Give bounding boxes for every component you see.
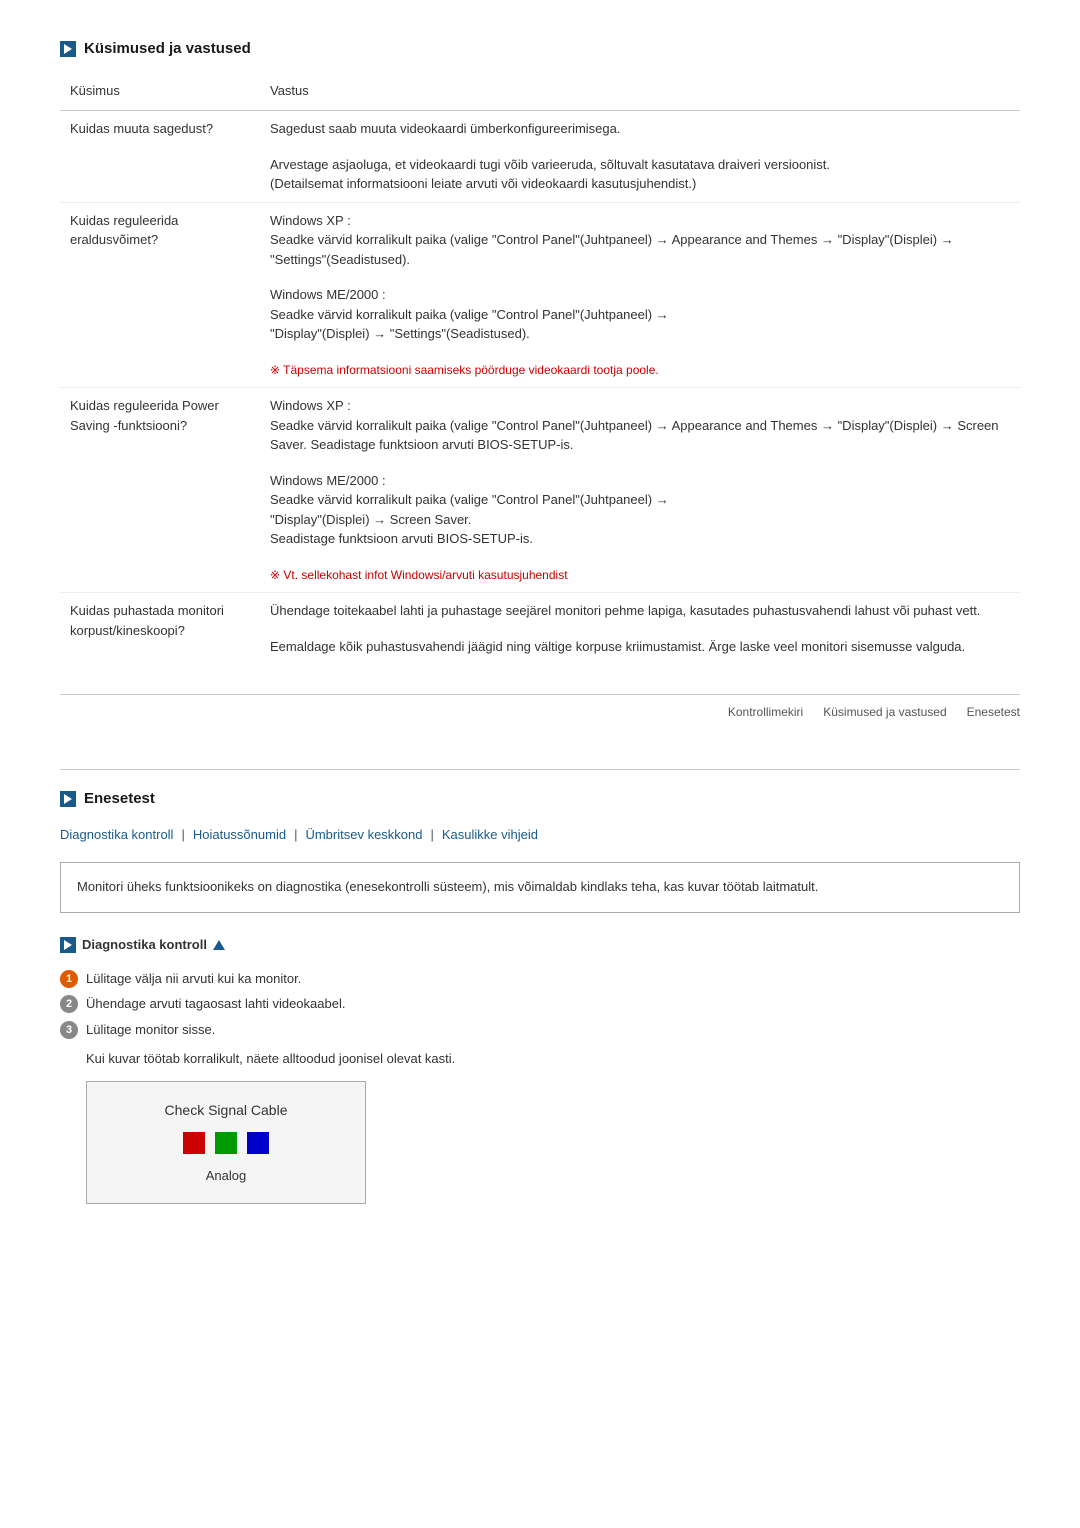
question-cell: Kuidas puhastada monitori korpust/kinesk… bbox=[60, 593, 260, 665]
list-item: 2 Ühendage arvuti tagaosast lahti videoka… bbox=[60, 994, 1020, 1014]
signal-square-red bbox=[183, 1132, 205, 1154]
arrow-right-icon bbox=[64, 44, 72, 54]
diag-icon bbox=[60, 937, 76, 953]
link-diagnostika[interactable]: Diagnostika kontroll bbox=[60, 827, 173, 842]
col-header-answer: Vastus bbox=[260, 77, 1020, 111]
signal-square-blue bbox=[247, 1132, 269, 1154]
answer-cell: Windows ME/2000 :Seadke värvid korraliku… bbox=[260, 463, 1020, 557]
answer-cell: Windows ME/2000 :Seadke värvid korraliku… bbox=[260, 277, 1020, 352]
footer-nav-kysimused[interactable]: Küsimused ja vastused bbox=[823, 705, 946, 719]
table-row: Kuidas muuta sagedust?Sagedust saab muut… bbox=[60, 111, 1020, 147]
diag-arrow-icon bbox=[64, 940, 72, 950]
info-box-text: Monitori üheks funktsioonikeks on diagno… bbox=[77, 879, 818, 894]
link-hoiatus[interactable]: Hoiatussõnumid bbox=[193, 827, 286, 842]
answer-cell: Arvestage asjaoluga, et videokaardi tugi… bbox=[260, 147, 1020, 203]
answer-cell: Eemaldage kõik puhastusvahendi jäägid ni… bbox=[260, 629, 1020, 665]
list-item: 1 Lülitage välja nii arvuti kui ka monito… bbox=[60, 969, 1020, 989]
signal-squares bbox=[107, 1132, 345, 1154]
section1-header: Küsimused ja vastused bbox=[60, 40, 1020, 57]
step-number-1: 1 bbox=[60, 970, 78, 988]
signal-cable-title: Check Signal Cable bbox=[107, 1102, 345, 1118]
answer-cell: Windows XP :Seadke värvid korralikult pa… bbox=[260, 388, 1020, 463]
separator-2: | bbox=[294, 827, 297, 842]
section1-title: Küsimused ja vastused bbox=[84, 40, 251, 57]
answer-cell: Ühendage toitekaabel lahti ja puhastage … bbox=[260, 593, 1020, 629]
signal-square-green bbox=[215, 1132, 237, 1154]
step-number-2: 2 bbox=[60, 995, 78, 1013]
answer-cell: ※ Vt. sellekohast infot Windowsi/arvuti … bbox=[260, 557, 1020, 593]
section2-title: Enesetest bbox=[84, 790, 155, 807]
diag-title: Diagnostika kontroll bbox=[82, 937, 207, 952]
question-cell: Kuidas reguleerida eraldusvõimet? bbox=[60, 202, 260, 388]
signal-cable-box: Check Signal Cable Analog bbox=[86, 1081, 366, 1204]
section-kysimused: Küsimused ja vastused Küsimus Vastus Kui… bbox=[60, 40, 1020, 729]
list-item: 3 Lülitage monitor sisse. bbox=[60, 1020, 1020, 1040]
answer-cell: Windows XP :Seadke värvid korralikult pa… bbox=[260, 202, 1020, 277]
col-header-question: Küsimus bbox=[60, 77, 260, 111]
section2-header: Enesetest bbox=[60, 790, 1020, 807]
signal-analog-label: Analog bbox=[107, 1168, 345, 1183]
footer-nav-enesetest[interactable]: Enesetest bbox=[967, 705, 1020, 719]
info-box: Monitori üheks funktsioonikeks on diagno… bbox=[60, 862, 1020, 913]
table-row: Kuidas reguleerida Power Saving -funktsi… bbox=[60, 388, 1020, 463]
footer-navigation: Kontrollimekiri Küsimused ja vastused En… bbox=[60, 694, 1020, 729]
step-text-1: Lülitage välja nii arvuti kui ka monitor… bbox=[86, 969, 301, 989]
table-row: Kuidas puhastada monitori korpust/kinesk… bbox=[60, 593, 1020, 629]
separator-3: | bbox=[431, 827, 434, 842]
diag-header: Diagnostika kontroll bbox=[60, 937, 1020, 953]
link-kasulikke[interactable]: Kasulikke vihjeid bbox=[442, 827, 538, 842]
separator-1: | bbox=[181, 827, 184, 842]
triangle-up-icon bbox=[213, 940, 225, 950]
step-number-3: 3 bbox=[60, 1021, 78, 1039]
step-note: Kui kuvar töötab korralikult, näete allt… bbox=[86, 1049, 1020, 1069]
arrow-right-icon-2 bbox=[64, 794, 72, 804]
link-umbritsev[interactable]: Ümbritsev keskkond bbox=[305, 827, 422, 842]
question-cell: Kuidas muuta sagedust? bbox=[60, 111, 260, 203]
step-text-3: Lülitage monitor sisse. bbox=[86, 1020, 215, 1040]
section1-icon bbox=[60, 41, 76, 57]
step-text-2: Ühendage arvuti tagaosast lahti videokaa… bbox=[86, 994, 345, 1014]
question-cell: Kuidas reguleerida Power Saving -funktsi… bbox=[60, 388, 260, 593]
section-divider bbox=[60, 769, 1020, 770]
table-row: Kuidas reguleerida eraldusvõimet?Windows… bbox=[60, 202, 1020, 277]
step-list: 1 Lülitage välja nii arvuti kui ka monito… bbox=[60, 969, 1020, 1040]
selftest-link-bar: Diagnostika kontroll | Hoiatussõnumid | … bbox=[60, 827, 1020, 842]
answer-cell: ※ Täpsema informatsiooni saamiseks pöörd… bbox=[260, 352, 1020, 388]
answer-cell: Sagedust saab muuta videokaardi ümberkon… bbox=[260, 111, 1020, 147]
section2-icon bbox=[60, 791, 76, 807]
footer-nav-kontrollimekiri[interactable]: Kontrollimekiri bbox=[728, 705, 803, 719]
section-enesetest: Enesetest Diagnostika kontroll | Hoiatus… bbox=[60, 790, 1020, 1204]
qa-table: Küsimus Vastus Kuidas muuta sagedust?Sag… bbox=[60, 77, 1020, 664]
